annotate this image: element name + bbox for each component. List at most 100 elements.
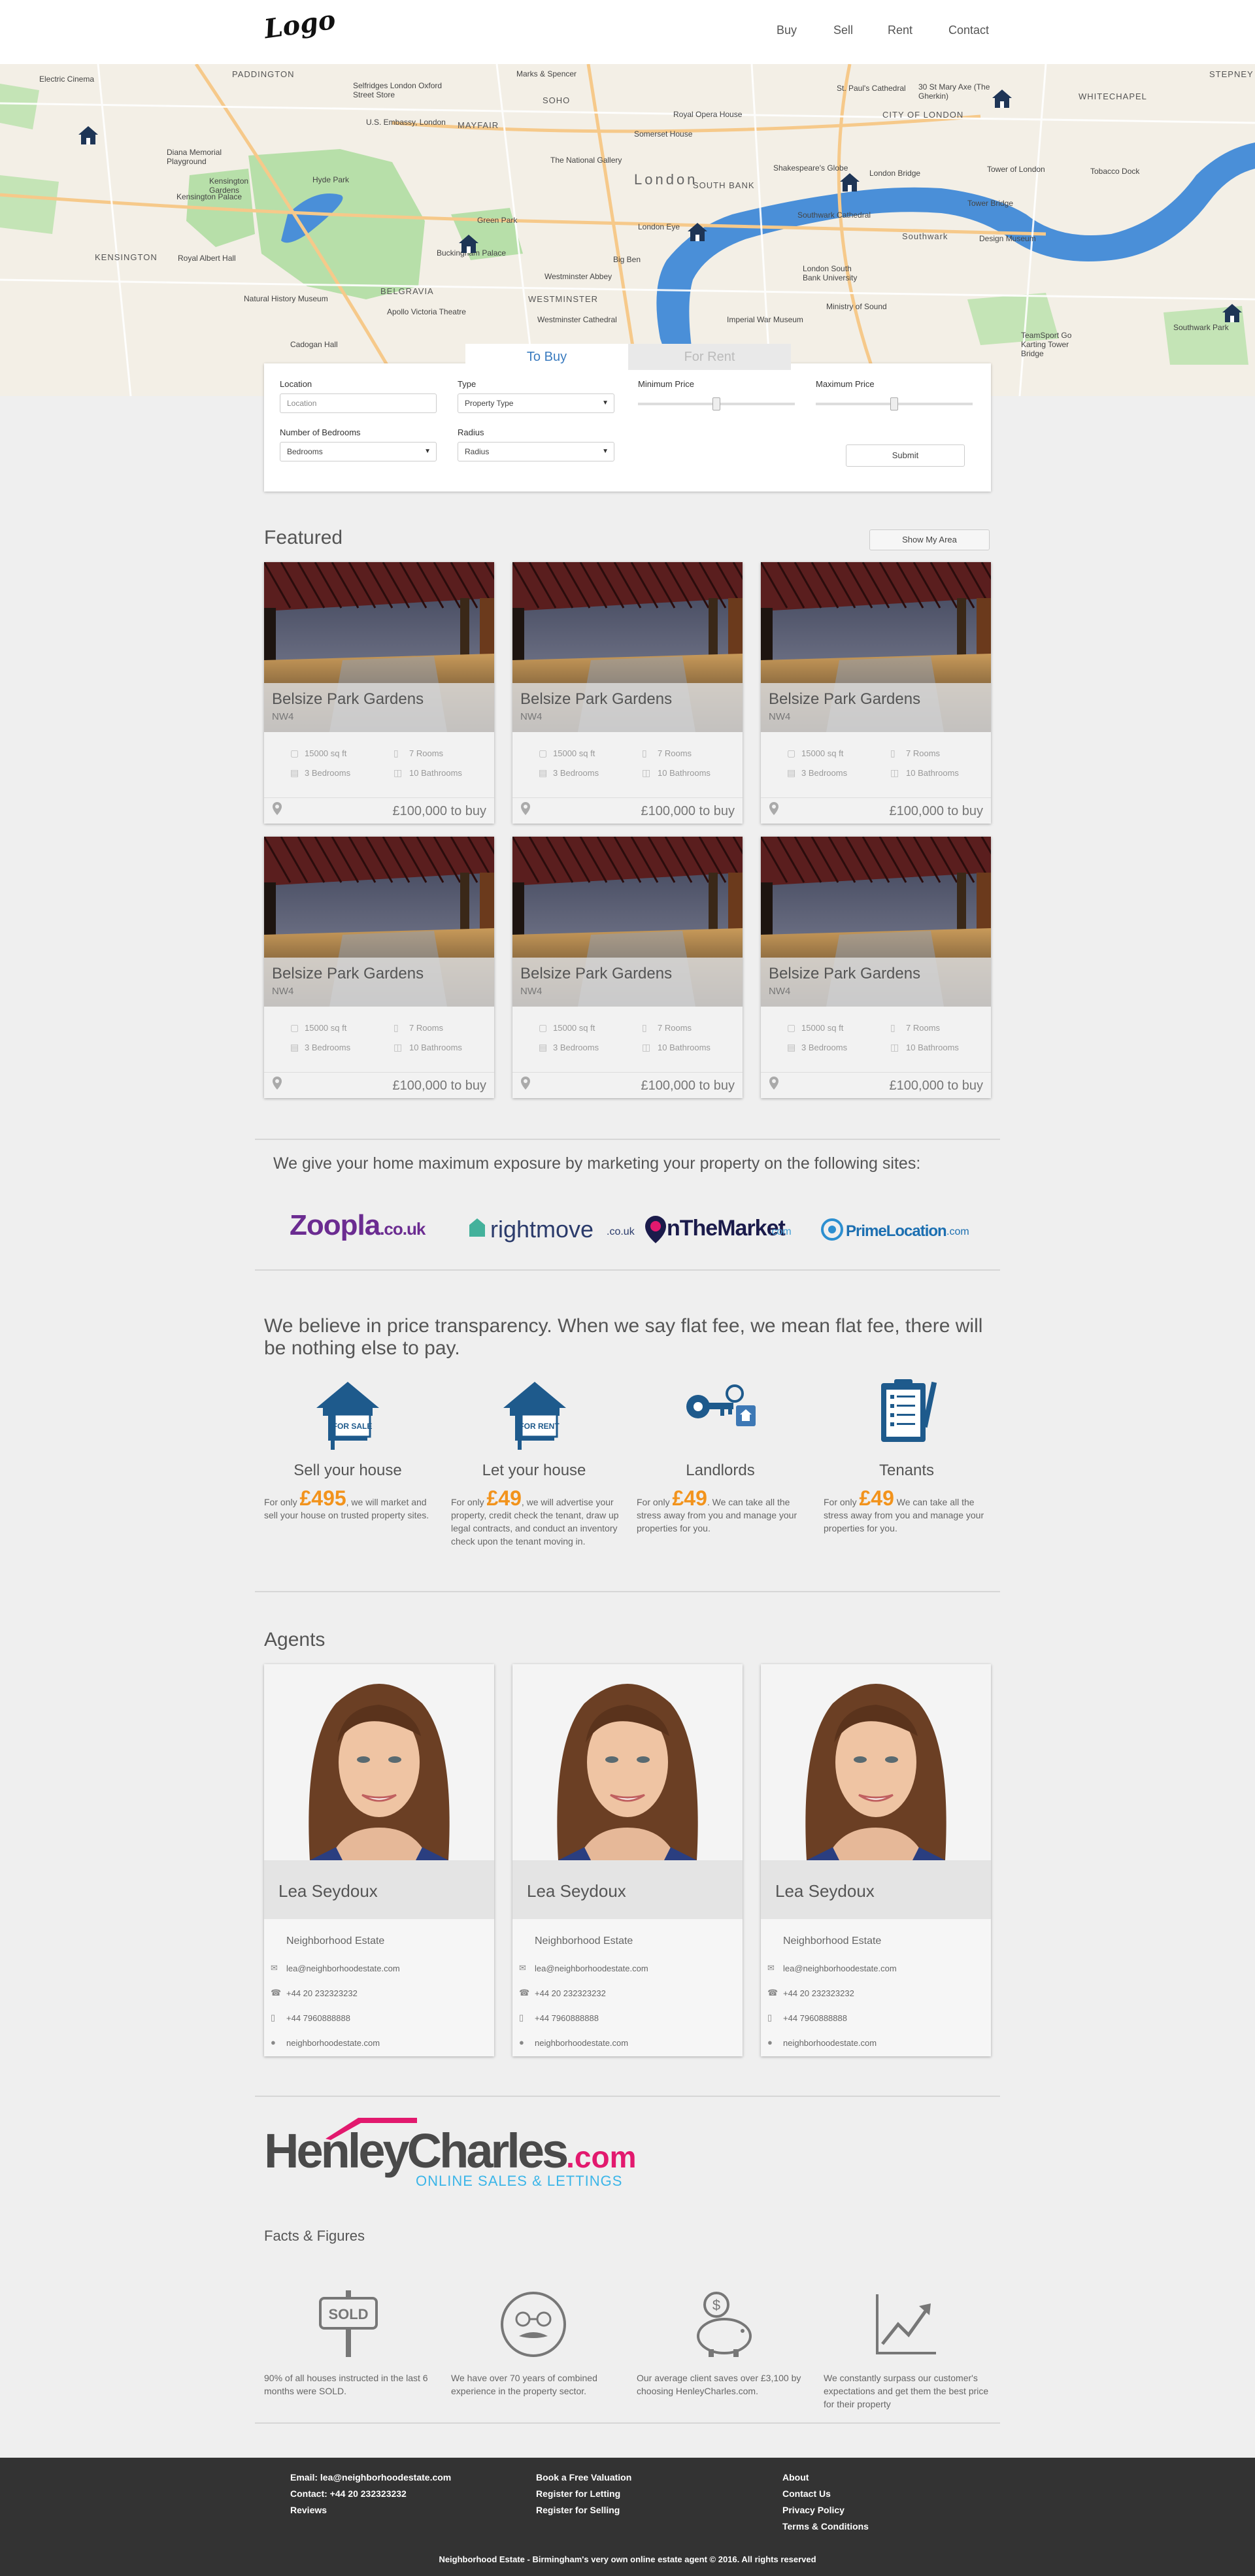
- max-price-slider[interactable]: [816, 397, 973, 410]
- house-pin-icon[interactable]: [839, 171, 861, 193]
- agent-name[interactable]: Lea Seydoux: [278, 1881, 378, 1901]
- agent-name[interactable]: Lea Seydoux: [775, 1881, 875, 1901]
- bath-icon: ◫: [393, 767, 403, 778]
- property-price: £100,000 to buy: [889, 804, 983, 818]
- house-pin-icon[interactable]: [686, 221, 709, 243]
- tab-to-buy[interactable]: To Buy: [465, 344, 628, 370]
- property-title[interactable]: Belsize Park Gardens: [769, 965, 920, 983]
- agent-name[interactable]: Lea Seydoux: [527, 1881, 626, 1901]
- footer-reviews[interactable]: Reviews: [290, 2505, 327, 2515]
- bedrooms-select[interactable]: Bedrooms ▼: [280, 442, 437, 461]
- map-label: WHITECHAPEL: [1079, 92, 1147, 101]
- map-label: Royal Albert Hall: [178, 254, 236, 263]
- footer-email[interactable]: Email: lea@neighborhoodestate.com: [290, 2472, 451, 2483]
- service-title-let: Let your house: [482, 1462, 586, 1479]
- house-pin-icon[interactable]: [77, 124, 99, 146]
- tab-for-rent[interactable]: For Rent: [628, 344, 791, 370]
- property-card[interactable]: Belsize Park Gardens NW4 ▢ 15000 sq ft ▯…: [761, 837, 991, 1098]
- agent-phone[interactable]: +44 20 232323232: [286, 1988, 358, 1998]
- agent-card[interactable]: Lea Seydoux Neighborhood Estate ✉ lea@ne…: [512, 1664, 743, 2056]
- svg-text:$: $: [712, 2297, 720, 2313]
- property-bedrooms: 3 Bedrooms: [553, 768, 599, 778]
- submit-button[interactable]: Submit: [846, 444, 965, 467]
- map-label: Royal Opera House: [673, 110, 743, 119]
- house-pin-icon[interactable]: [1221, 302, 1243, 324]
- rightmove-tld: .co.uk: [607, 1226, 635, 1237]
- house-pin-icon[interactable]: [458, 233, 480, 255]
- agent-website[interactable]: neighborhoodestate.com: [783, 2038, 877, 2048]
- onthemarket-logo[interactable]: nTheMarket .com: [643, 1214, 792, 1247]
- footer-contact[interactable]: Contact: +44 20 232323232: [290, 2488, 407, 2499]
- footer-privacy[interactable]: Privacy Policy: [782, 2505, 845, 2515]
- show-my-area-button[interactable]: Show My Area: [869, 529, 990, 550]
- primelocation-logo[interactable]: PrimeLocation .com: [821, 1217, 971, 1243]
- area-icon: ▢: [787, 1022, 796, 1033]
- property-area: NW4: [272, 711, 294, 722]
- property-price: £100,000 to buy: [641, 1079, 735, 1093]
- property-rooms: 7 Rooms: [658, 1023, 692, 1033]
- property-title[interactable]: Belsize Park Gardens: [272, 690, 424, 709]
- partners-text: We give your home maximum exposure by ma…: [273, 1154, 921, 1173]
- property-card[interactable]: Belsize Park Gardens NW4 ▢ 15000 sq ft ▯…: [264, 562, 494, 824]
- bedrooms-label: Number of Bedrooms: [280, 427, 361, 437]
- property-card[interactable]: Belsize Park Gardens NW4 ▢ 15000 sq ft ▯…: [512, 562, 743, 824]
- property-title[interactable]: Belsize Park Gardens: [272, 965, 424, 983]
- nav-sell[interactable]: Sell: [833, 24, 853, 37]
- site-logo[interactable]: Logo: [262, 5, 337, 45]
- agent-website[interactable]: neighborhoodestate.com: [286, 2038, 380, 2048]
- email-icon: ✉: [271, 1963, 278, 1973]
- location-input[interactable]: Location: [280, 393, 437, 413]
- nav-contact[interactable]: Contact: [948, 24, 989, 37]
- agent-website[interactable]: neighborhoodestate.com: [535, 2038, 628, 2048]
- zoopla-logo[interactable]: Zoopla.co.uk: [290, 1209, 426, 1242]
- henleycharles-logo[interactable]: HenleyCharles.com ONLINE SALES & LETTING…: [264, 2114, 643, 2192]
- property-title[interactable]: Belsize Park Gardens: [769, 690, 920, 709]
- agent-card[interactable]: Lea Seydoux Neighborhood Estate ✉ lea@ne…: [264, 1664, 494, 2056]
- slider-handle[interactable]: [890, 397, 898, 410]
- agent-email[interactable]: lea@neighborhoodestate.com: [783, 1964, 897, 1973]
- agent-card[interactable]: Lea Seydoux Neighborhood Estate ✉ lea@ne…: [761, 1664, 991, 2056]
- property-rooms: 7 Rooms: [409, 1023, 444, 1033]
- agent-email[interactable]: lea@neighborhoodestate.com: [535, 1964, 648, 1973]
- property-card[interactable]: Belsize Park Gardens NW4 ▢ 15000 sq ft ▯…: [512, 837, 743, 1098]
- phone-icon: ☎: [767, 1988, 778, 1998]
- footer-terms[interactable]: Terms & Conditions: [782, 2521, 869, 2532]
- mobile-icon: ▯: [271, 2013, 276, 2022]
- agent-email[interactable]: lea@neighborhoodestate.com: [286, 1964, 400, 1973]
- footer-contact-us[interactable]: Contact Us: [782, 2488, 831, 2499]
- property-area: NW4: [769, 711, 791, 722]
- property-title[interactable]: Belsize Park Gardens: [520, 965, 672, 983]
- map-label: Electric Cinema: [39, 75, 95, 84]
- map-label: Shakespeare's Globe: [773, 163, 848, 173]
- footer-about[interactable]: About: [782, 2472, 809, 2483]
- house-pin-icon[interactable]: [991, 88, 1013, 110]
- map-label: BELGRAVIA: [380, 286, 434, 296]
- bath-icon: ◫: [642, 1042, 651, 1052]
- agent-phone[interactable]: +44 20 232323232: [783, 1988, 854, 1998]
- map-marker-icon: [521, 802, 530, 815]
- section-divider: [255, 2422, 1000, 2424]
- door-icon: ▯: [890, 1022, 895, 1033]
- agent-mobile[interactable]: +44 7960888888: [286, 2013, 350, 2023]
- slider-handle[interactable]: [712, 397, 720, 410]
- zoopla-name: Zoopla: [290, 1209, 380, 1241]
- footer-register-letting[interactable]: Register for Letting: [536, 2488, 620, 2499]
- nav-buy[interactable]: Buy: [777, 24, 797, 37]
- agent-mobile[interactable]: +44 7960888888: [783, 2013, 847, 2023]
- property-card[interactable]: Belsize Park Gardens NW4 ▢ 15000 sq ft ▯…: [264, 837, 494, 1098]
- agent-phone[interactable]: +44 20 232323232: [535, 1988, 606, 1998]
- for-rent-house-icon: FOR RENT: [503, 1382, 566, 1450]
- radius-select[interactable]: Radius ▼: [458, 442, 614, 461]
- footer-book-valuation[interactable]: Book a Free Valuation: [536, 2472, 631, 2483]
- agent-mobile[interactable]: +44 7960888888: [535, 2013, 599, 2023]
- property-card[interactable]: Belsize Park Gardens NW4 ▢ 15000 sq ft ▯…: [761, 562, 991, 824]
- for-sale-house-icon: FOR SALE: [316, 1382, 379, 1450]
- section-divider: [255, 1591, 1000, 1592]
- map-label: The National Gallery: [550, 156, 622, 165]
- min-price-slider[interactable]: [638, 397, 795, 410]
- footer-register-selling[interactable]: Register for Selling: [536, 2505, 620, 2515]
- property-title[interactable]: Belsize Park Gardens: [520, 690, 672, 709]
- service-title-landlords: Landlords: [686, 1462, 755, 1479]
- type-select[interactable]: Property Type ▼: [458, 393, 614, 413]
- nav-rent[interactable]: Rent: [888, 24, 912, 37]
